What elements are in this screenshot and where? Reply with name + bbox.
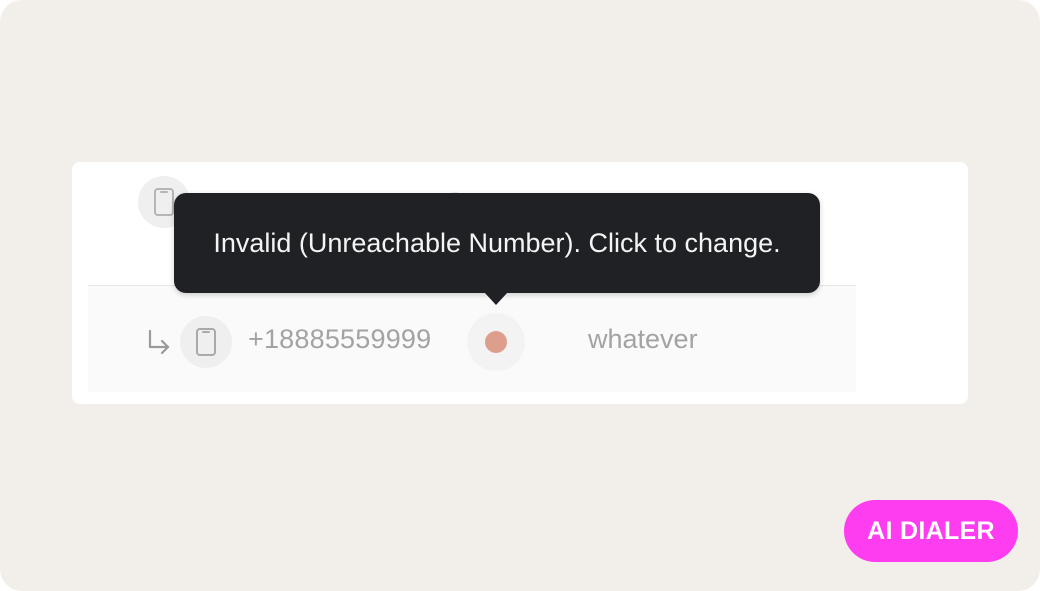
phone-label: whatever bbox=[588, 324, 698, 354]
phone-type-button[interactable] bbox=[180, 316, 232, 368]
status-tooltip: Invalid (Unreachable Number). Click to c… bbox=[174, 193, 820, 293]
status-button[interactable] bbox=[467, 313, 525, 371]
mobile-phone-icon bbox=[154, 188, 174, 216]
sub-arrow-icon bbox=[148, 329, 170, 354]
phone-number: +18885559999 bbox=[248, 324, 432, 354]
status-dot-icon bbox=[485, 331, 507, 353]
ai-dialer-badge: AI DIALER bbox=[844, 500, 1018, 562]
tooltip-arrow bbox=[484, 292, 508, 305]
canvas-background: +18885559999 whatever Invalid (Unreachab… bbox=[0, 0, 1040, 591]
badge-label: AI DIALER bbox=[867, 516, 995, 545]
table-row: +18885559999 whatever bbox=[88, 286, 856, 392]
mobile-phone-icon bbox=[196, 328, 216, 356]
tooltip-text: Invalid (Unreachable Number). Click to c… bbox=[213, 227, 781, 258]
